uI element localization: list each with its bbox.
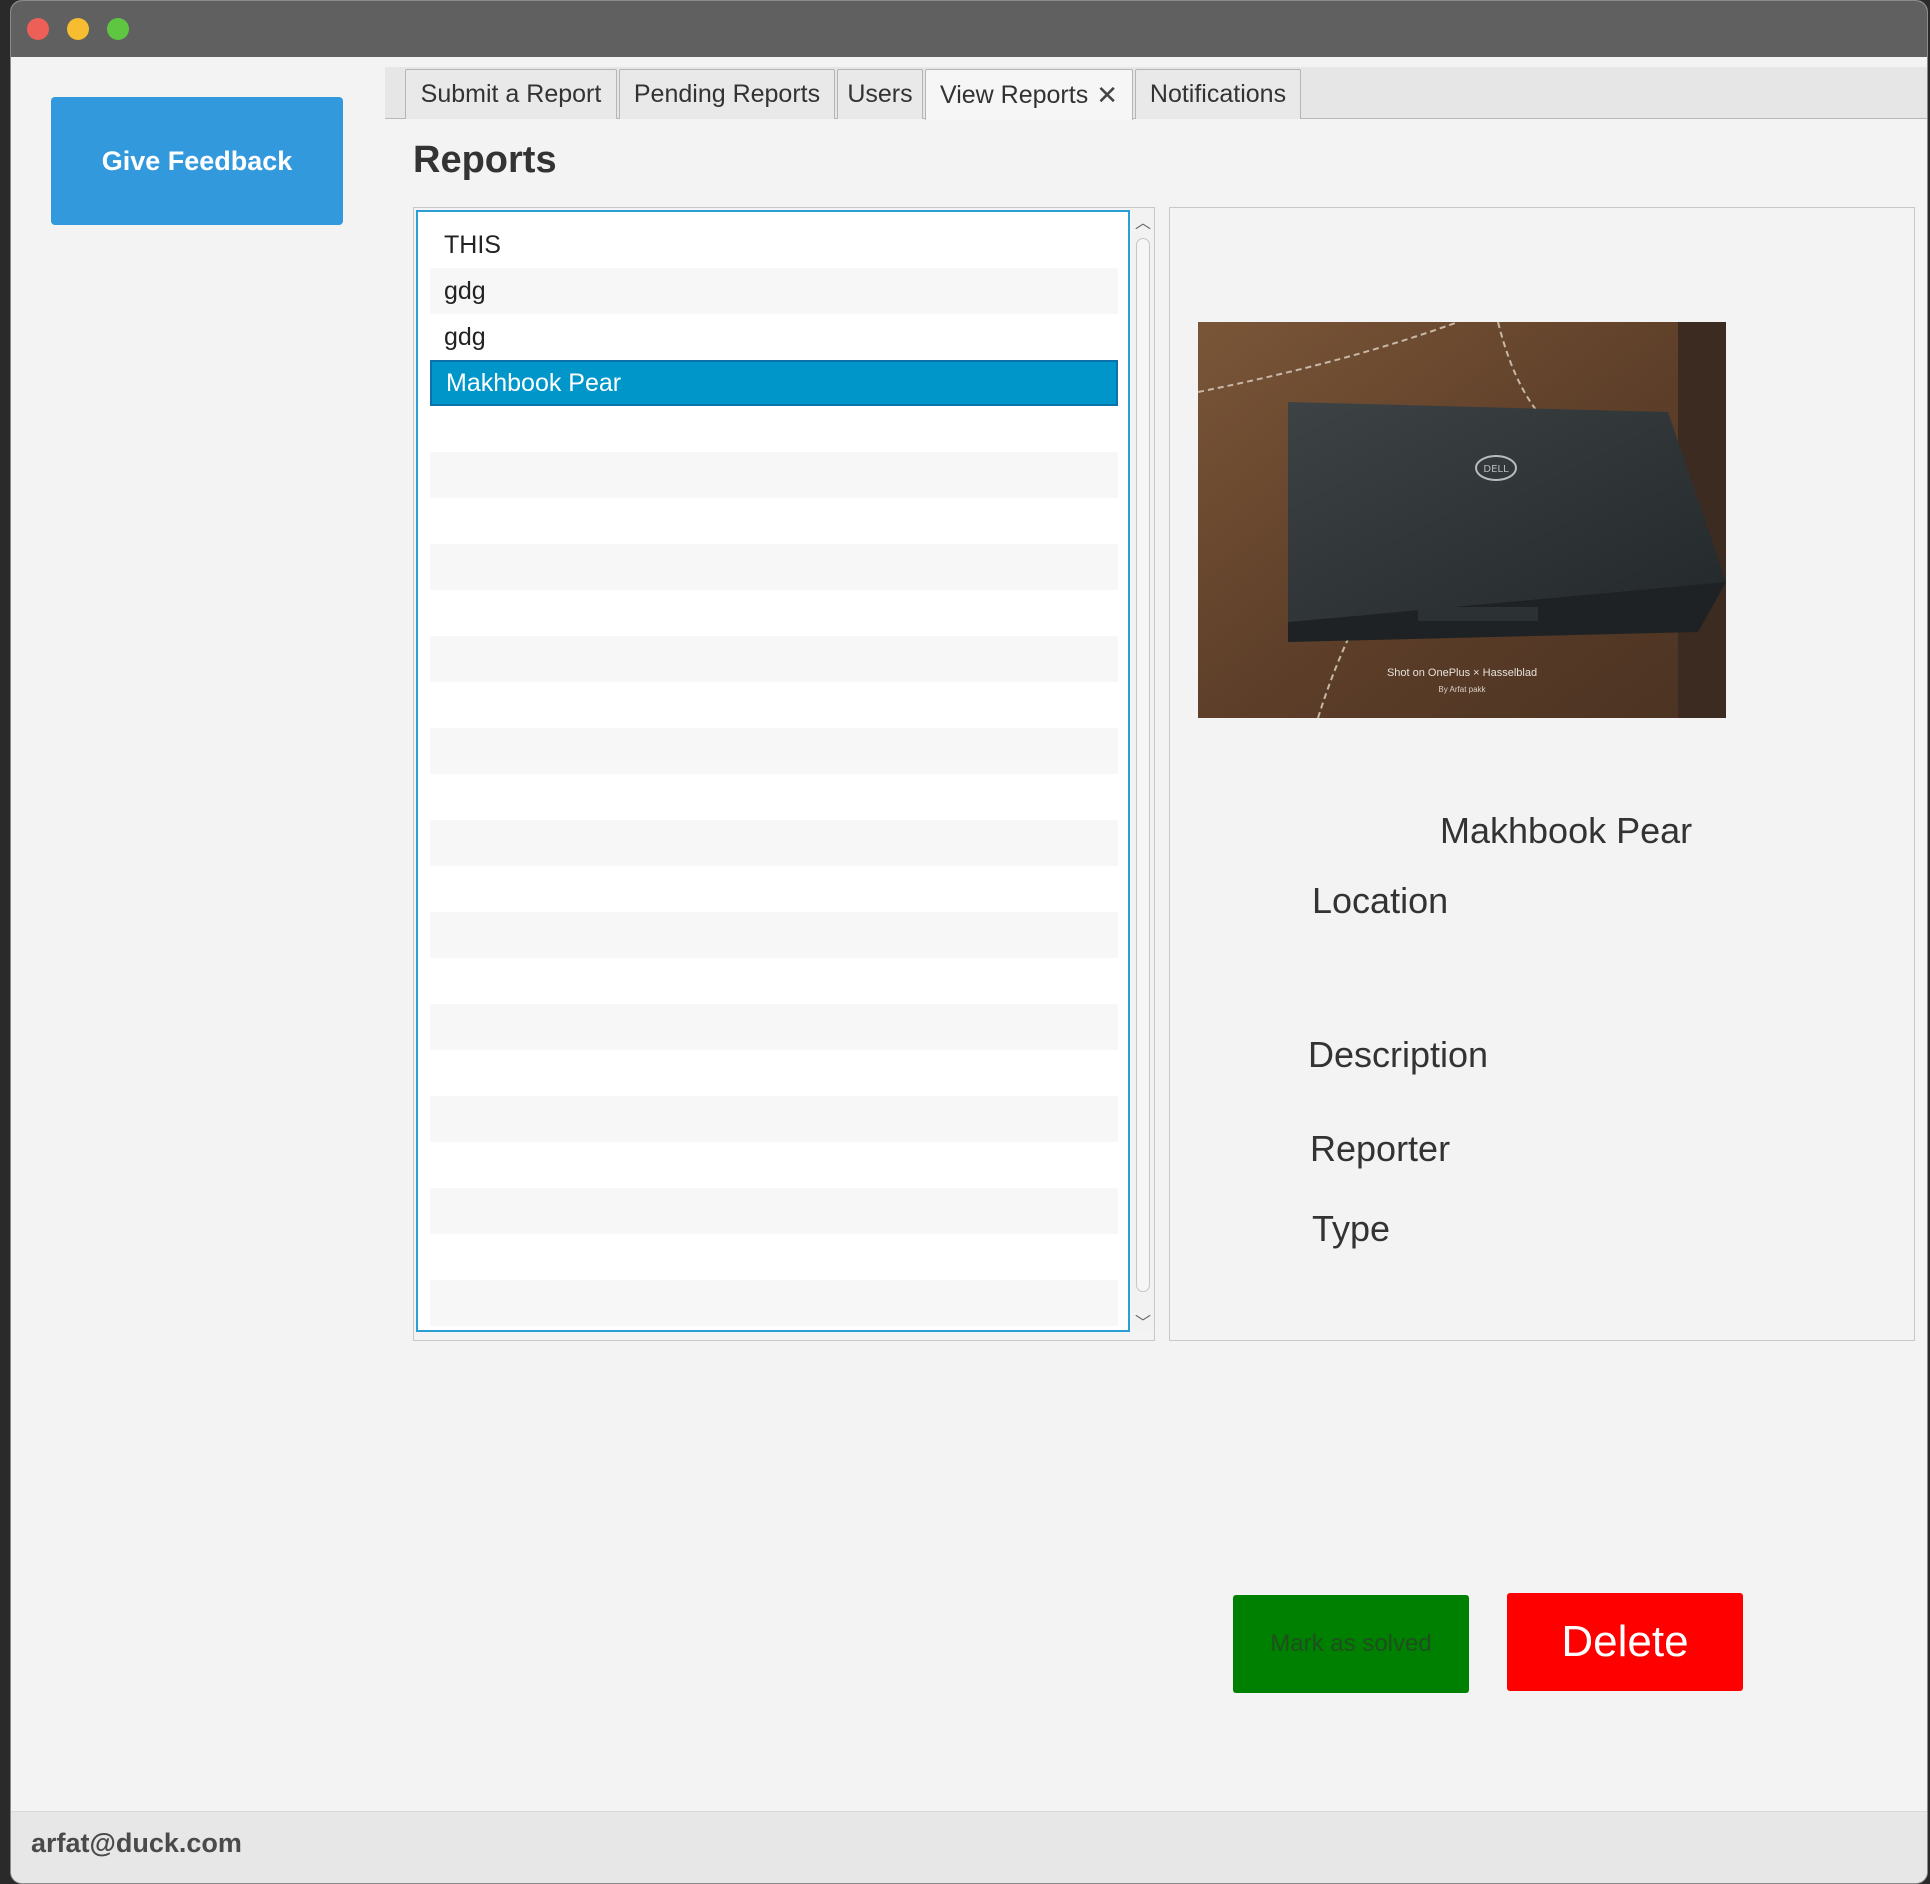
empty-list-row [430, 1004, 1118, 1050]
photo-watermark-credit: By Arfat pakk [1438, 685, 1486, 694]
tab-label: View Reports [939, 80, 1089, 109]
empty-list-row [430, 1050, 1118, 1096]
close-tab-icon[interactable]: ✕ [1096, 80, 1118, 111]
minimize-window-button[interactable] [67, 18, 89, 40]
list-item-selected[interactable]: Makhbook Pear [430, 360, 1118, 406]
title-bar[interactable] [11, 1, 1927, 57]
tab-bar: Submit a Report Pending Reports Users Vi… [385, 67, 1927, 120]
reports-list-panel: THIS gdg gdg Makhbook Pear ︿ ﹀ [413, 207, 1155, 1341]
empty-list-row [430, 1280, 1118, 1326]
tab-label: Pending Reports [633, 80, 821, 108]
tab-submit-report[interactable]: Submit a Report [405, 69, 617, 119]
empty-list-row [430, 498, 1118, 544]
chevron-down-icon[interactable]: ﹀ [1132, 1310, 1154, 1332]
give-feedback-button[interactable]: Give Feedback [51, 97, 343, 225]
empty-list-row [430, 590, 1118, 636]
report-photo: DELL Shot on OnePlus × Hasselblad By Arf… [1198, 322, 1726, 718]
list-item[interactable]: gdg [430, 268, 1118, 314]
empty-list-row [430, 636, 1118, 682]
empty-list-row [430, 912, 1118, 958]
location-label: Location [1312, 880, 1449, 921]
reporter-label: Reporter [1310, 1128, 1451, 1169]
empty-list-row [430, 958, 1118, 1004]
empty-list-row [430, 452, 1118, 498]
app-window: Give Feedback Submit a Report Pending Re… [10, 0, 1928, 1884]
svg-text:DELL: DELL [1483, 464, 1509, 475]
tab-label: Notifications [1149, 80, 1287, 108]
maximize-window-button[interactable] [107, 18, 129, 40]
list-item[interactable]: THIS [430, 222, 1118, 268]
delete-button[interactable]: Delete [1507, 1593, 1743, 1691]
tab-notifications[interactable]: Notifications [1135, 69, 1301, 119]
tab-label: Users [847, 80, 913, 108]
tab-view-reports[interactable]: View Reports ✕ [925, 69, 1133, 120]
empty-list-row [430, 866, 1118, 912]
close-window-button[interactable] [27, 18, 49, 40]
empty-list-row [430, 682, 1118, 728]
empty-list-row [430, 774, 1118, 820]
chevron-up-icon[interactable]: ︿ [1132, 210, 1154, 232]
mark-as-solved-button[interactable]: Mark as solved [1233, 1595, 1469, 1693]
laptop-photo-image: DELL Shot on OnePlus × Hasselblad By Arf… [1198, 322, 1726, 718]
list-scrollbar[interactable]: ︿ ﹀ [1132, 210, 1154, 1332]
photo-watermark: Shot on OnePlus × Hasselblad [1387, 667, 1537, 679]
empty-list-row [430, 1096, 1118, 1142]
report-name: Makhbook Pear [1440, 810, 1693, 851]
scroll-thumb[interactable] [1136, 238, 1150, 1292]
list-item[interactable]: gdg [430, 314, 1118, 360]
empty-list-row [430, 820, 1118, 866]
tab-pending-reports[interactable]: Pending Reports [619, 69, 835, 119]
empty-list-row [430, 1188, 1118, 1234]
empty-list-row [430, 406, 1118, 452]
reports-list[interactable]: THIS gdg gdg Makhbook Pear [416, 210, 1130, 1332]
page-title: Reports [413, 139, 557, 181]
report-detail-panel: DELL Shot on OnePlus × Hasselblad By Arf… [1169, 207, 1915, 1341]
empty-list-row [430, 728, 1118, 774]
description-label: Description [1308, 1034, 1489, 1075]
empty-list-row [430, 1142, 1118, 1188]
tab-label: Submit a Report [420, 80, 602, 108]
status-bar: arfat@duck.com [11, 1811, 1927, 1883]
empty-list-row [430, 544, 1118, 590]
user-email: arfat@duck.com [31, 1828, 242, 1858]
type-label: Type [1312, 1208, 1391, 1249]
empty-list-row [430, 1234, 1118, 1280]
tab-users[interactable]: Users [837, 69, 923, 119]
